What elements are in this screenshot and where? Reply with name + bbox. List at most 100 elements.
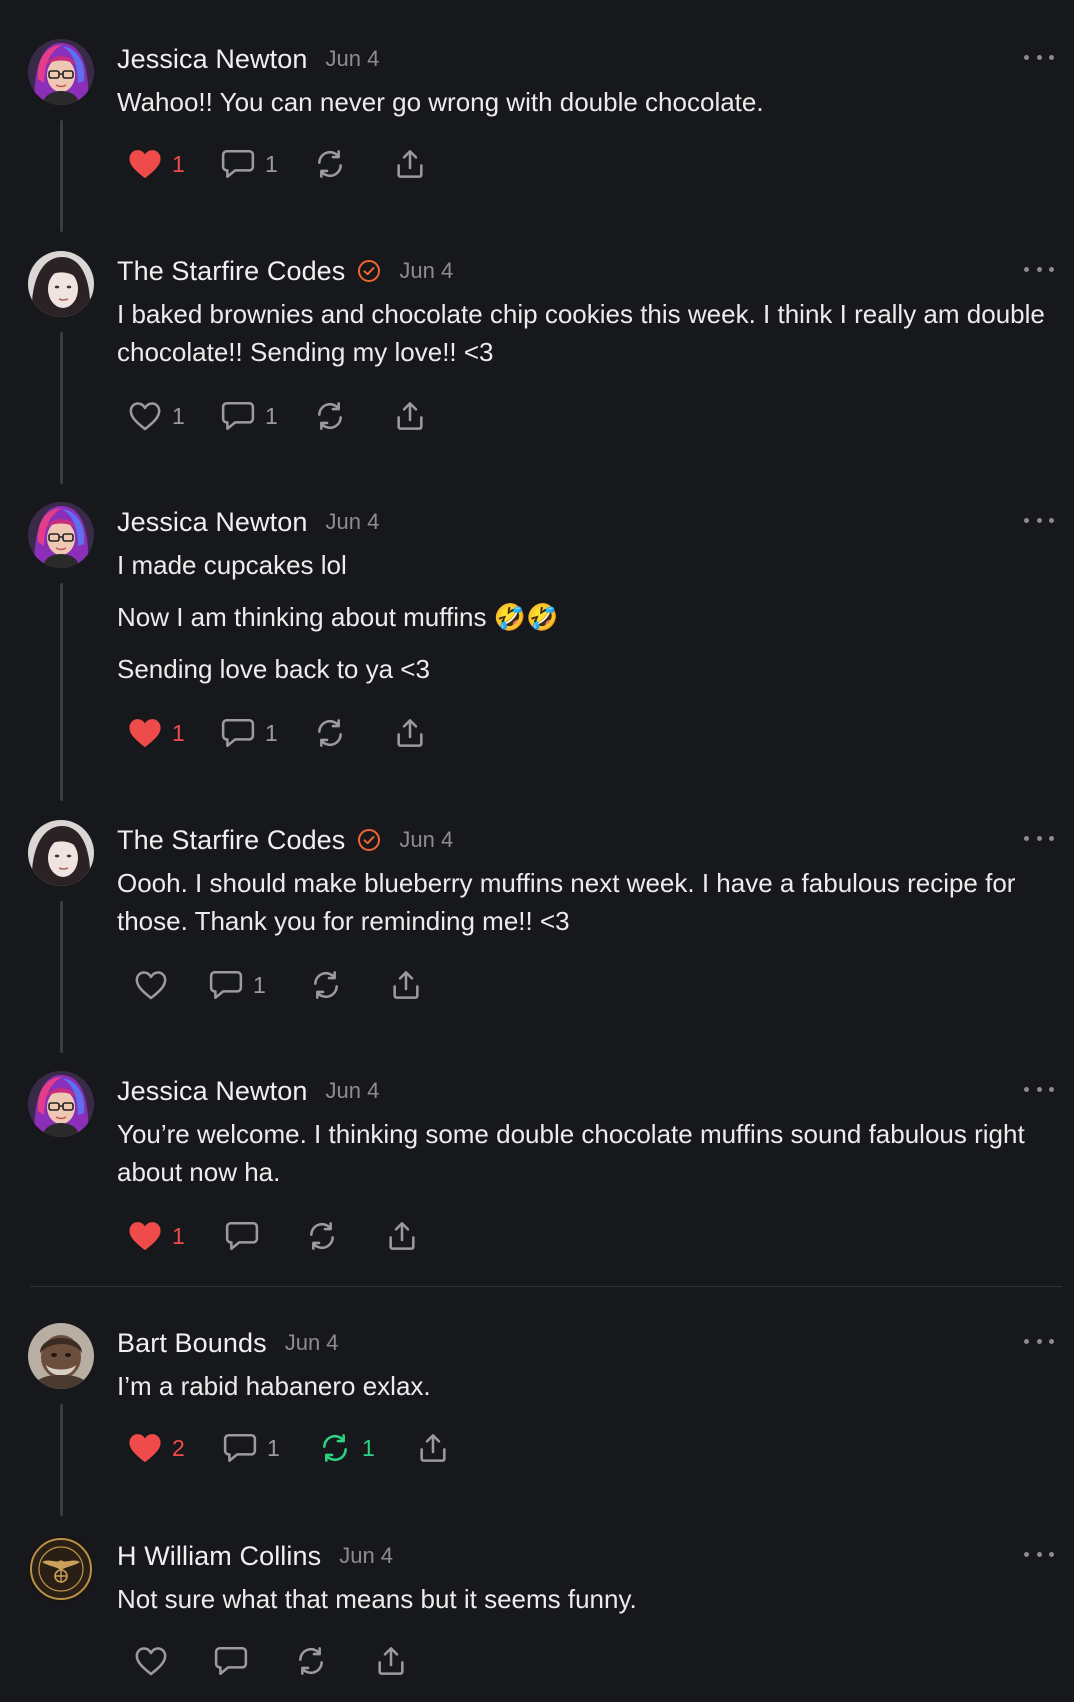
repost-button[interactable] [294, 1641, 374, 1681]
like-button[interactable] [134, 1641, 214, 1681]
post-date[interactable]: Jun 4 [399, 258, 453, 284]
more-options-icon[interactable] [1024, 1079, 1054, 1099]
post-paragraph: Not sure what that means but it seems fu… [117, 1584, 637, 1614]
more-options-icon[interactable] [1024, 510, 1054, 530]
heart-filled-icon [129, 1222, 161, 1251]
avatar[interactable] [28, 1071, 94, 1137]
post[interactable]: The Starfire Codes Jun 4 Oooh. I should … [0, 820, 1074, 1060]
author-name[interactable]: Jessica Newton [117, 507, 307, 538]
post-actions: 1 1 [128, 144, 427, 184]
reply-button[interactable] [214, 1641, 294, 1681]
author-name[interactable]: Jessica Newton [117, 44, 307, 75]
post[interactable]: Jessica Newton Jun 4 You’re welcome. I t… [0, 1071, 1074, 1271]
post[interactable]: H William Collins Jun 4 Not sure what th… [0, 1536, 1074, 1696]
like-button[interactable]: 1 [128, 713, 221, 753]
repost-button[interactable]: 1 [318, 1428, 416, 1468]
more-options-icon[interactable] [1024, 1331, 1054, 1351]
repost-button[interactable] [309, 965, 389, 1005]
avatar[interactable] [28, 1536, 94, 1602]
avatar[interactable] [28, 39, 94, 105]
post[interactable]: Jessica Newton Jun 4 I made cupcakes lol… [0, 502, 1074, 802]
starfire-avatar-image [28, 251, 94, 317]
author-name[interactable]: Bart Bounds [117, 1328, 267, 1359]
avatar[interactable] [28, 820, 94, 886]
post-date[interactable]: Jun 4 [325, 46, 379, 72]
post-header: H William Collins Jun 4 [117, 1539, 393, 1573]
like-button[interactable]: 1 [128, 1216, 225, 1256]
reply-button[interactable]: 1 [221, 396, 313, 436]
share-button[interactable] [385, 1216, 419, 1256]
share-icon [397, 150, 423, 178]
bart-avatar-image [28, 1323, 94, 1389]
reply-button[interactable]: 1 [221, 144, 313, 184]
post-paragraph: Now I am thinking about muffins 🤣🤣 [117, 602, 559, 632]
post[interactable]: Bart Bounds Jun 4 I’m a rabid habanero e… [0, 1323, 1074, 1523]
reply-button[interactable]: 1 [209, 965, 309, 1005]
comment-icon [225, 1221, 259, 1251]
share-icon [378, 1647, 404, 1675]
share-button[interactable] [389, 965, 423, 1005]
jessica-avatar-image [28, 1071, 94, 1137]
like-button[interactable] [134, 965, 209, 1005]
thread-line [60, 583, 63, 801]
more-options-icon[interactable] [1024, 1544, 1054, 1564]
post-date[interactable]: Jun 4 [325, 509, 379, 535]
repost-icon [318, 150, 342, 178]
avatar[interactable] [28, 1323, 94, 1389]
comment-icon [214, 1646, 248, 1676]
post-date[interactable]: Jun 4 [339, 1543, 393, 1569]
like-button[interactable]: 1 [128, 396, 221, 436]
more-options-icon[interactable] [1024, 47, 1054, 67]
share-icon [393, 971, 419, 999]
thread-line [60, 332, 63, 484]
post-paragraph: Oooh. I should make blueberry muffins ne… [117, 868, 1016, 936]
post-date[interactable]: Jun 4 [325, 1078, 379, 1104]
post[interactable]: The Starfire Codes Jun 4 I baked brownie… [0, 251, 1074, 491]
thread-line [60, 1404, 63, 1516]
heart-filled-icon [129, 1434, 161, 1463]
repost-button[interactable] [313, 396, 393, 436]
reply-button[interactable]: 1 [223, 1428, 318, 1468]
post-paragraph: Sending love back to ya <3 [117, 654, 430, 684]
reply-thread: Jessica Newton Jun 4 Wahoo!! You can nev… [0, 0, 1074, 1702]
post[interactable]: Jessica Newton Jun 4 Wahoo!! You can nev… [0, 39, 1074, 239]
avatar[interactable] [28, 251, 94, 317]
author-name[interactable]: Jessica Newton [117, 1076, 307, 1107]
share-button[interactable] [393, 713, 427, 753]
comment-icon [221, 401, 255, 431]
share-button[interactable] [374, 1641, 408, 1681]
repost-icon [314, 971, 338, 999]
like-button[interactable]: 2 [128, 1428, 223, 1468]
share-button[interactable] [393, 396, 427, 436]
post-actions: 1 1 [128, 713, 427, 753]
post-text: I’m a rabid habanero exlax. [117, 1367, 1052, 1405]
share-button[interactable] [393, 144, 427, 184]
share-icon [397, 402, 423, 430]
thread-line [60, 901, 63, 1053]
thread-divider [30, 1286, 1062, 1287]
author-name[interactable]: The Starfire Codes [117, 825, 345, 856]
like-button[interactable]: 1 [128, 144, 221, 184]
share-button[interactable] [416, 1428, 450, 1468]
repost-button[interactable] [305, 1216, 385, 1256]
avatar[interactable] [28, 502, 94, 568]
post-header: The Starfire Codes Jun 4 [117, 254, 453, 288]
comment-icon [223, 1433, 257, 1463]
repost-button[interactable] [313, 144, 393, 184]
reply-button[interactable] [225, 1216, 305, 1256]
repost-count: 1 [362, 1434, 375, 1461]
repost-icon [323, 1434, 347, 1462]
author-name[interactable]: The Starfire Codes [117, 256, 345, 287]
author-name[interactable]: H William Collins [117, 1541, 321, 1572]
heart-filled-icon [129, 150, 161, 179]
post-text: I baked brownies and chocolate chip cook… [117, 295, 1052, 371]
repost-button[interactable] [313, 713, 393, 753]
more-options-icon[interactable] [1024, 828, 1054, 848]
post-actions: 1 1 [128, 396, 427, 436]
post-date[interactable]: Jun 4 [399, 827, 453, 853]
post-paragraph: You’re welcome. I thinking some double c… [117, 1119, 1025, 1187]
post-date[interactable]: Jun 4 [285, 1330, 339, 1356]
more-options-icon[interactable] [1024, 259, 1054, 279]
repost-icon [299, 1647, 323, 1675]
reply-button[interactable]: 1 [221, 713, 313, 753]
